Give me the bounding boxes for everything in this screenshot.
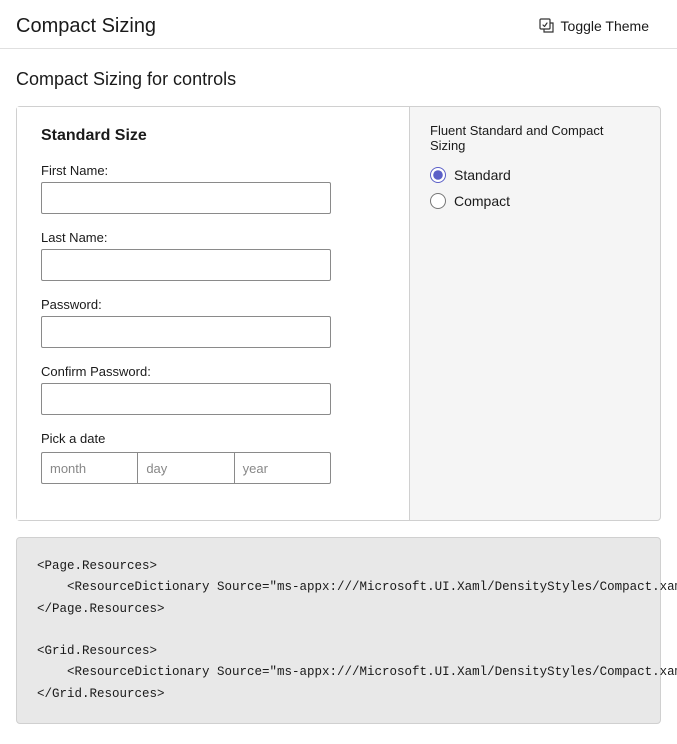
compact-radio-item[interactable]: Compact (430, 193, 640, 209)
standard-radio[interactable] (430, 167, 446, 183)
toggle-theme-label: Toggle Theme (561, 18, 649, 34)
password-label: Password: (41, 297, 385, 312)
app-header: Compact Sizing Toggle Theme (0, 0, 677, 49)
toggle-theme-button[interactable]: Toggle Theme (531, 14, 657, 38)
month-picker[interactable]: month (41, 452, 137, 484)
main-content: Compact Sizing for controls Standard Siz… (0, 49, 677, 744)
date-group: Pick a date month day year (41, 431, 385, 484)
password-input[interactable] (41, 316, 331, 348)
password-group: Password: (41, 297, 385, 348)
month-placeholder: month (50, 461, 86, 476)
section-title: Standard Size (41, 127, 385, 145)
year-picker[interactable]: year (234, 452, 331, 484)
code-section: <Page.Resources> <ResourceDictionary Sou… (16, 537, 661, 724)
page-subtitle: Compact Sizing for controls (16, 69, 661, 90)
date-label: Pick a date (41, 431, 385, 446)
compact-radio[interactable] (430, 193, 446, 209)
compact-label: Compact (454, 193, 510, 209)
code-block: <Page.Resources> <ResourceDictionary Sou… (37, 556, 640, 705)
first-name-group: First Name: (41, 163, 385, 214)
first-name-input[interactable] (41, 182, 331, 214)
confirm-password-label: Confirm Password: (41, 364, 385, 379)
year-placeholder: year (243, 461, 268, 476)
last-name-label: Last Name: (41, 230, 385, 245)
standard-label: Standard (454, 167, 511, 183)
form-section: Standard Size First Name: Last Name: Pas… (17, 107, 410, 520)
settings-panel: Fluent Standard and Compact Sizing Stand… (410, 107, 660, 520)
date-picker: month day year (41, 452, 331, 484)
day-placeholder: day (146, 461, 167, 476)
last-name-input[interactable] (41, 249, 331, 281)
day-picker[interactable]: day (137, 452, 233, 484)
card-container: Standard Size First Name: Last Name: Pas… (16, 106, 661, 521)
confirm-password-input[interactable] (41, 383, 331, 415)
standard-radio-item[interactable]: Standard (430, 167, 640, 183)
sizing-radio-group: Standard Compact (430, 167, 640, 209)
settings-title: Fluent Standard and Compact Sizing (430, 123, 640, 153)
first-name-label: First Name: (41, 163, 385, 178)
last-name-group: Last Name: (41, 230, 385, 281)
confirm-password-group: Confirm Password: (41, 364, 385, 415)
toggle-theme-icon (539, 18, 555, 34)
app-title: Compact Sizing (16, 15, 156, 38)
